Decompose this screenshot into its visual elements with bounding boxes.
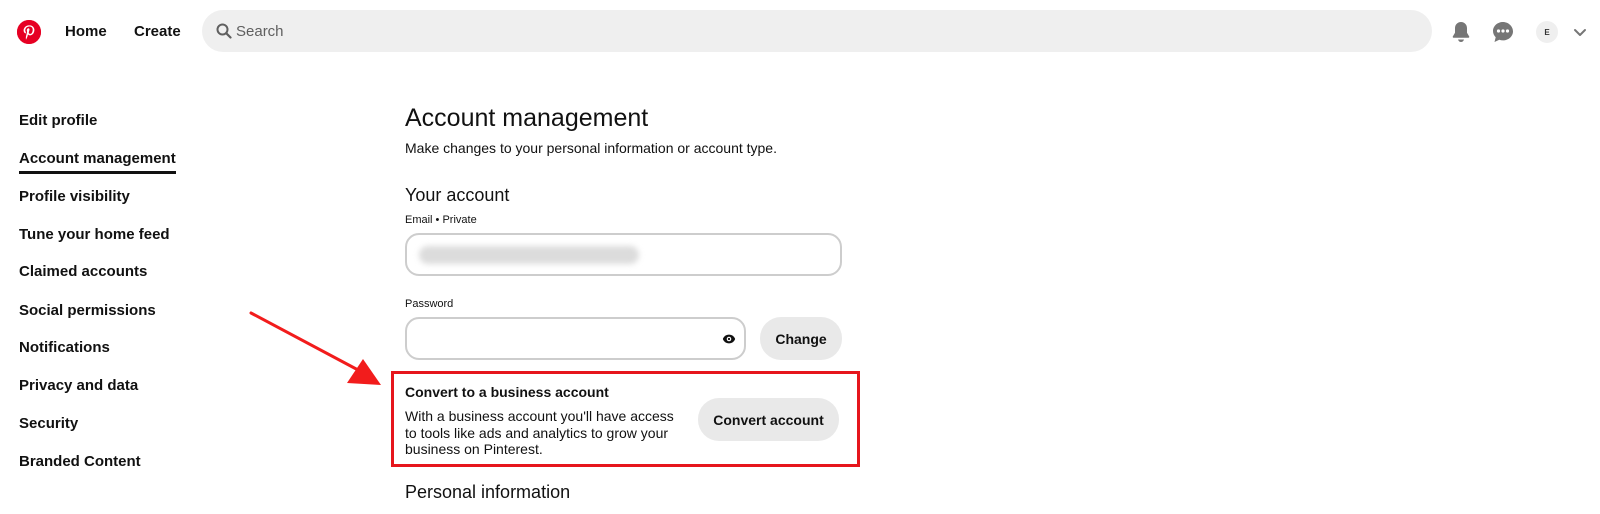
sidebar-item-account-management[interactable]: Account management: [19, 149, 176, 174]
search-bar[interactable]: [202, 10, 1432, 52]
top-bar: Home Create E: [0, 0, 1600, 64]
business-account-highlight: Convert to a business account With a bus…: [391, 371, 860, 467]
personal-information-heading: Personal information: [405, 482, 571, 502]
convert-business-title: Convert to a business account: [405, 384, 609, 400]
avatar[interactable]: E: [1536, 21, 1558, 43]
search-input[interactable]: [236, 10, 1416, 52]
sidebar-item-claimed-accounts[interactable]: Claimed accounts: [19, 262, 147, 282]
chat-icon[interactable]: [1491, 20, 1515, 44]
avatar-initial: E: [1544, 27, 1550, 37]
bell-icon[interactable]: [1449, 20, 1473, 44]
email-label: Email • Private: [405, 214, 477, 226]
your-account-heading: Your account: [405, 185, 510, 205]
sidebar-item-privacy-and-data[interactable]: Privacy and data: [19, 376, 138, 396]
pinterest-logo-icon[interactable]: [17, 20, 41, 44]
search-icon: [216, 23, 232, 39]
sidebar-item-edit-profile[interactable]: Edit profile: [19, 111, 97, 131]
change-password-button[interactable]: Change: [760, 317, 842, 360]
chevron-down-icon[interactable]: [1572, 24, 1588, 40]
sidebar-item-branded-content[interactable]: Branded Content: [19, 452, 141, 472]
convert-account-button[interactable]: Convert account: [698, 398, 839, 441]
sidebar-item-profile-visibility[interactable]: Profile visibility: [19, 187, 130, 207]
password-label: Password: [405, 298, 454, 310]
eye-icon[interactable]: [722, 332, 736, 346]
sidebar-item-tune-home-feed[interactable]: Tune your home feed: [19, 225, 170, 245]
sidebar-item-security[interactable]: Security: [19, 414, 78, 434]
page-title: Account management: [405, 104, 649, 132]
sidebar-item-social-permissions[interactable]: Social permissions: [19, 301, 156, 321]
password-field[interactable]: [405, 317, 746, 360]
nav-home-link[interactable]: Home: [65, 22, 107, 42]
convert-business-description: With a business account you'll have acce…: [405, 408, 674, 457]
sidebar-item-notifications[interactable]: Notifications: [19, 338, 110, 358]
email-value-redacted: [419, 246, 639, 264]
email-field[interactable]: [405, 233, 842, 276]
page-subtitle: Make changes to your personal informatio…: [405, 140, 777, 156]
nav-create-link[interactable]: Create: [134, 22, 181, 42]
